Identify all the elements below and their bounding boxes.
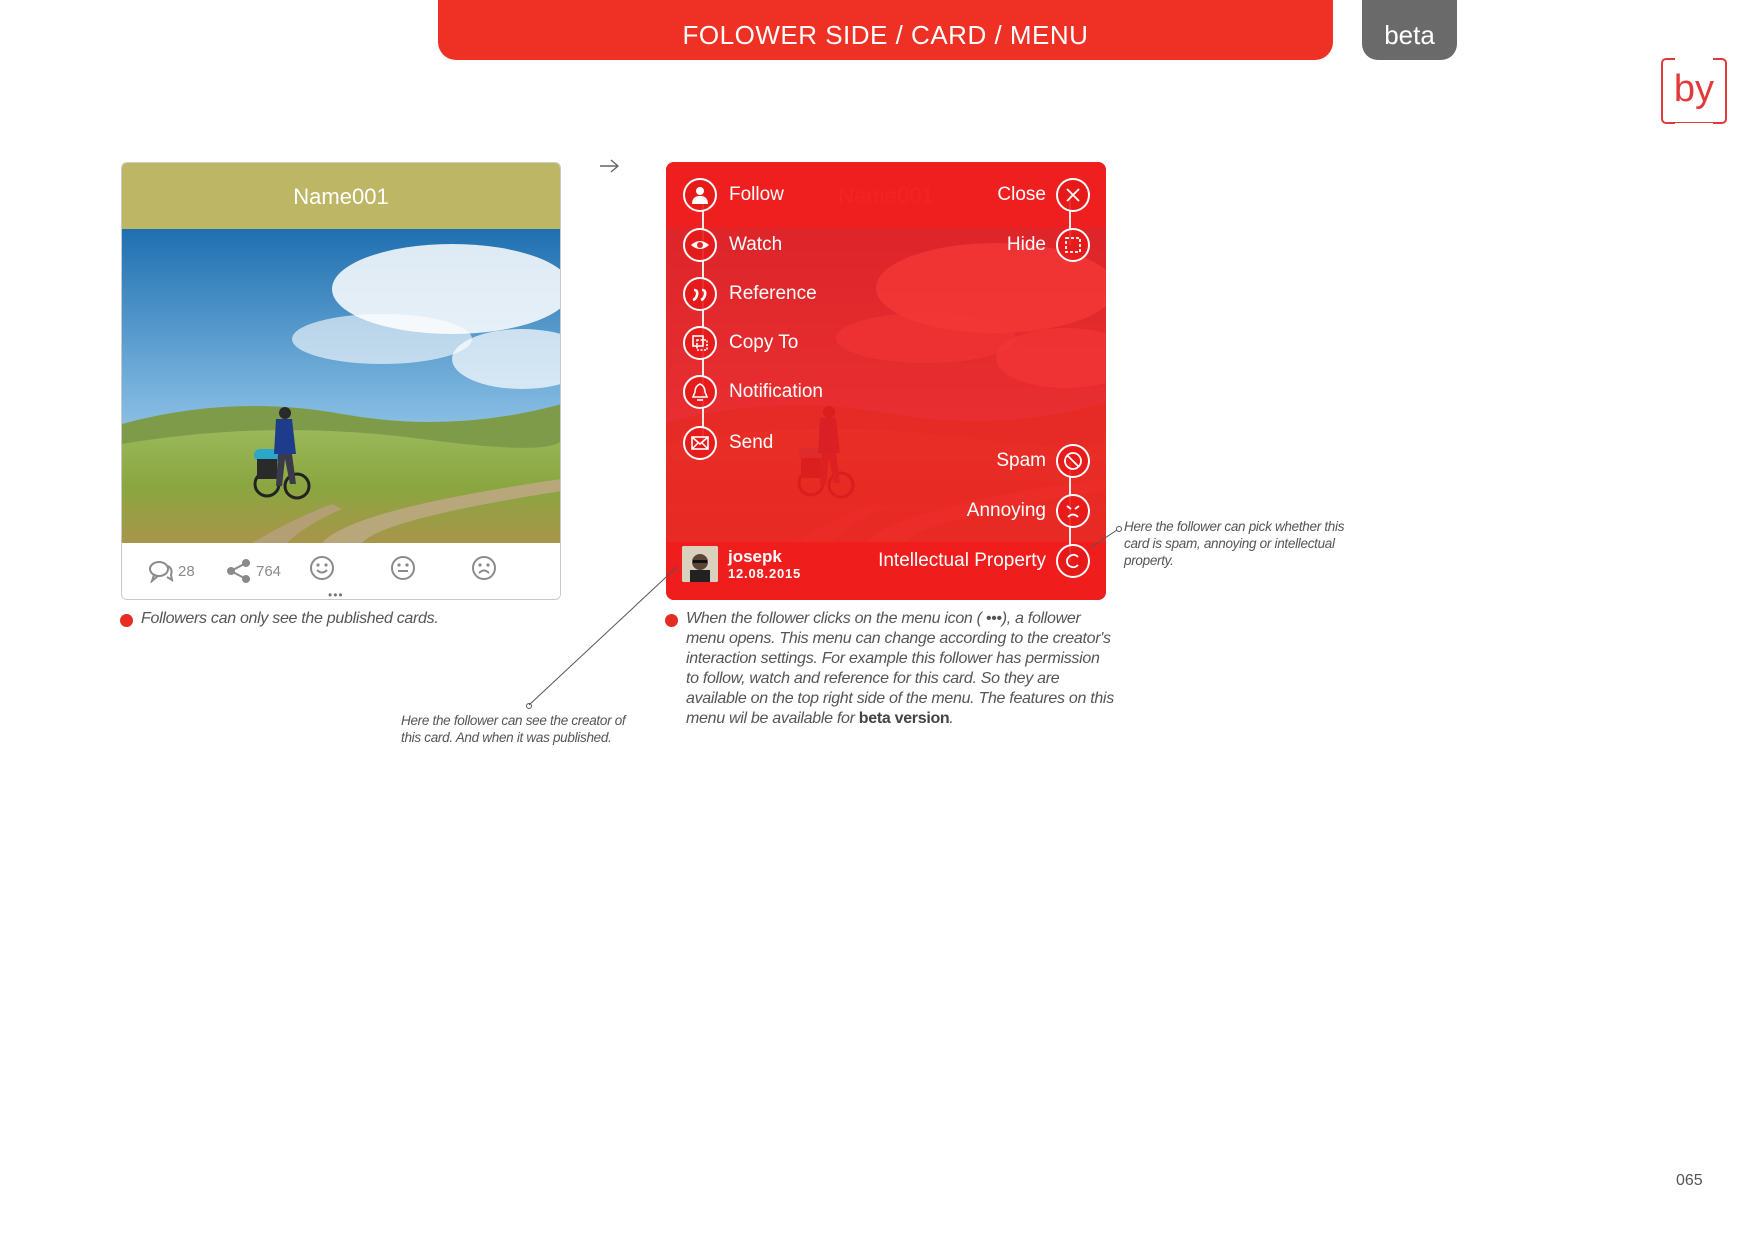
note-author: Here the follower can see the creator of… xyxy=(401,713,626,745)
note-report: Here the follower can pick whether this … xyxy=(1124,519,1345,568)
logo-text: by xyxy=(1673,68,1715,110)
page-number: 065 xyxy=(1676,1172,1703,1189)
leader-lines xyxy=(526,526,1122,709)
